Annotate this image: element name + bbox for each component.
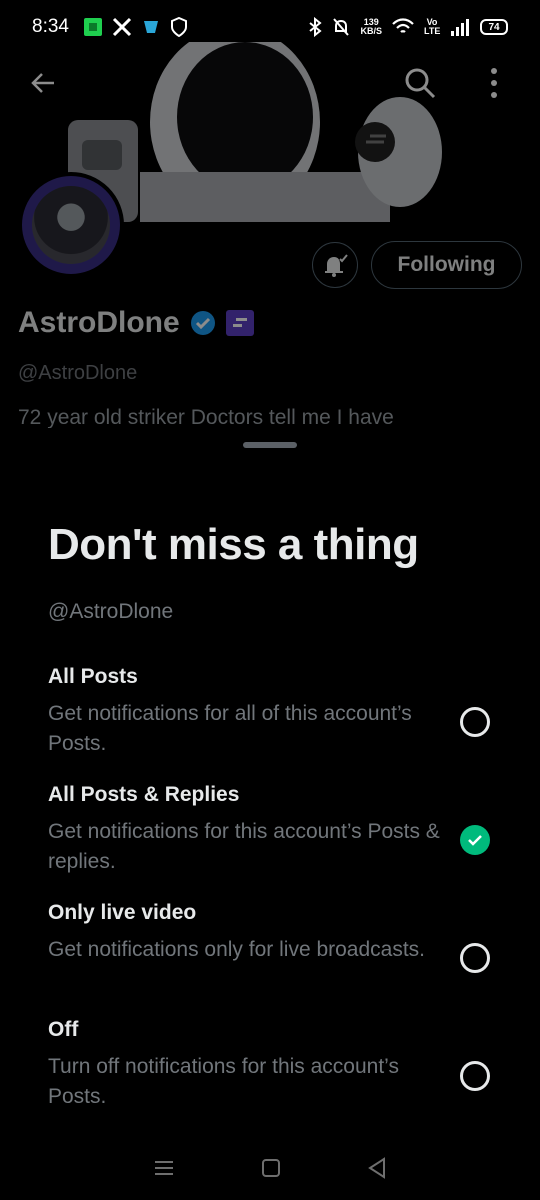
x-logo-icon xyxy=(112,17,132,37)
notification-icons xyxy=(83,17,188,37)
notification-settings-sheet: Don't miss a thing @AstroDlone All Posts… xyxy=(0,428,540,1200)
display-name-text: AstroDlone xyxy=(18,306,180,339)
radio-unchecked-icon[interactable] xyxy=(460,943,490,973)
option-title: All Posts xyxy=(48,665,138,688)
home-square-icon[interactable] xyxy=(261,1158,281,1178)
battery-indicator: 74 xyxy=(480,19,508,35)
profile-bio: 72 year old striker Doctors tell me I ha… xyxy=(18,406,394,429)
radio-checked-icon[interactable] xyxy=(460,825,490,855)
radio-unchecked-icon[interactable] xyxy=(460,707,490,737)
profile-background: Following AstroDlone @AstroDlone 72 year… xyxy=(0,0,540,470)
option-title: All Posts & Replies xyxy=(48,783,240,806)
back-triangle-icon[interactable] xyxy=(367,1157,387,1179)
profile-handle: @AstroDlone xyxy=(18,362,138,384)
status-bar: 8:34 139 KB/S Vo LTE 74 xyxy=(0,0,540,54)
mute-bell-icon xyxy=(333,18,350,36)
shopping-app-icon xyxy=(143,21,158,33)
app-notification-icon xyxy=(83,18,102,36)
radio-unchecked-icon[interactable] xyxy=(460,1061,490,1091)
wifi-icon xyxy=(392,18,414,33)
option-description: Turn off notifications for this account’… xyxy=(48,1055,399,1108)
system-icons: 139 KB/S Vo LTE 74 xyxy=(308,17,508,37)
back-arrow-icon[interactable] xyxy=(28,68,58,98)
android-navigation-bar xyxy=(0,1136,540,1200)
bluetooth-icon xyxy=(309,17,323,37)
option-description: Get notifications for this account’s Pos… xyxy=(48,820,440,873)
profile-avatar[interactable] xyxy=(18,172,124,278)
verified-badge-icon[interactable] xyxy=(190,310,216,336)
sheet-account-handle: @AstroDlone xyxy=(48,600,174,623)
network-speed: 139 KB/S xyxy=(360,17,382,36)
sheet-drag-handle[interactable] xyxy=(243,442,297,448)
notification-bell-button[interactable] xyxy=(312,242,358,288)
option-off[interactable]: Off Turn off notifications for this acco… xyxy=(48,1018,508,1112)
option-all-posts[interactable]: All Posts Get notifications for all of t… xyxy=(48,665,508,759)
option-description: Get notifications only for live broadcas… xyxy=(48,938,426,961)
recents-menu-icon[interactable] xyxy=(153,1159,175,1177)
signal-icon xyxy=(451,19,469,36)
profile-display-name: AstroDlone xyxy=(18,306,254,340)
option-all-posts-replies[interactable]: All Posts & Replies Get notifications fo… xyxy=(48,783,508,877)
bell-check-icon xyxy=(325,254,348,277)
affiliate-badge-icon[interactable] xyxy=(225,310,254,336)
more-options-icon[interactable] xyxy=(488,66,500,100)
option-description: Get notifications for all of this accoun… xyxy=(48,702,412,755)
option-title: Off xyxy=(48,1018,79,1041)
volte-indicator: Vo LTE xyxy=(424,17,441,36)
status-time: 8:34 xyxy=(32,16,69,37)
shield-icon xyxy=(170,17,187,37)
option-title: Only live video xyxy=(48,901,197,924)
search-icon[interactable] xyxy=(403,66,437,100)
following-button[interactable]: Following xyxy=(371,241,522,289)
sheet-title: Don't miss a thing xyxy=(48,520,419,569)
option-only-live-video[interactable]: Only live video Get notifications only f… xyxy=(48,901,508,973)
